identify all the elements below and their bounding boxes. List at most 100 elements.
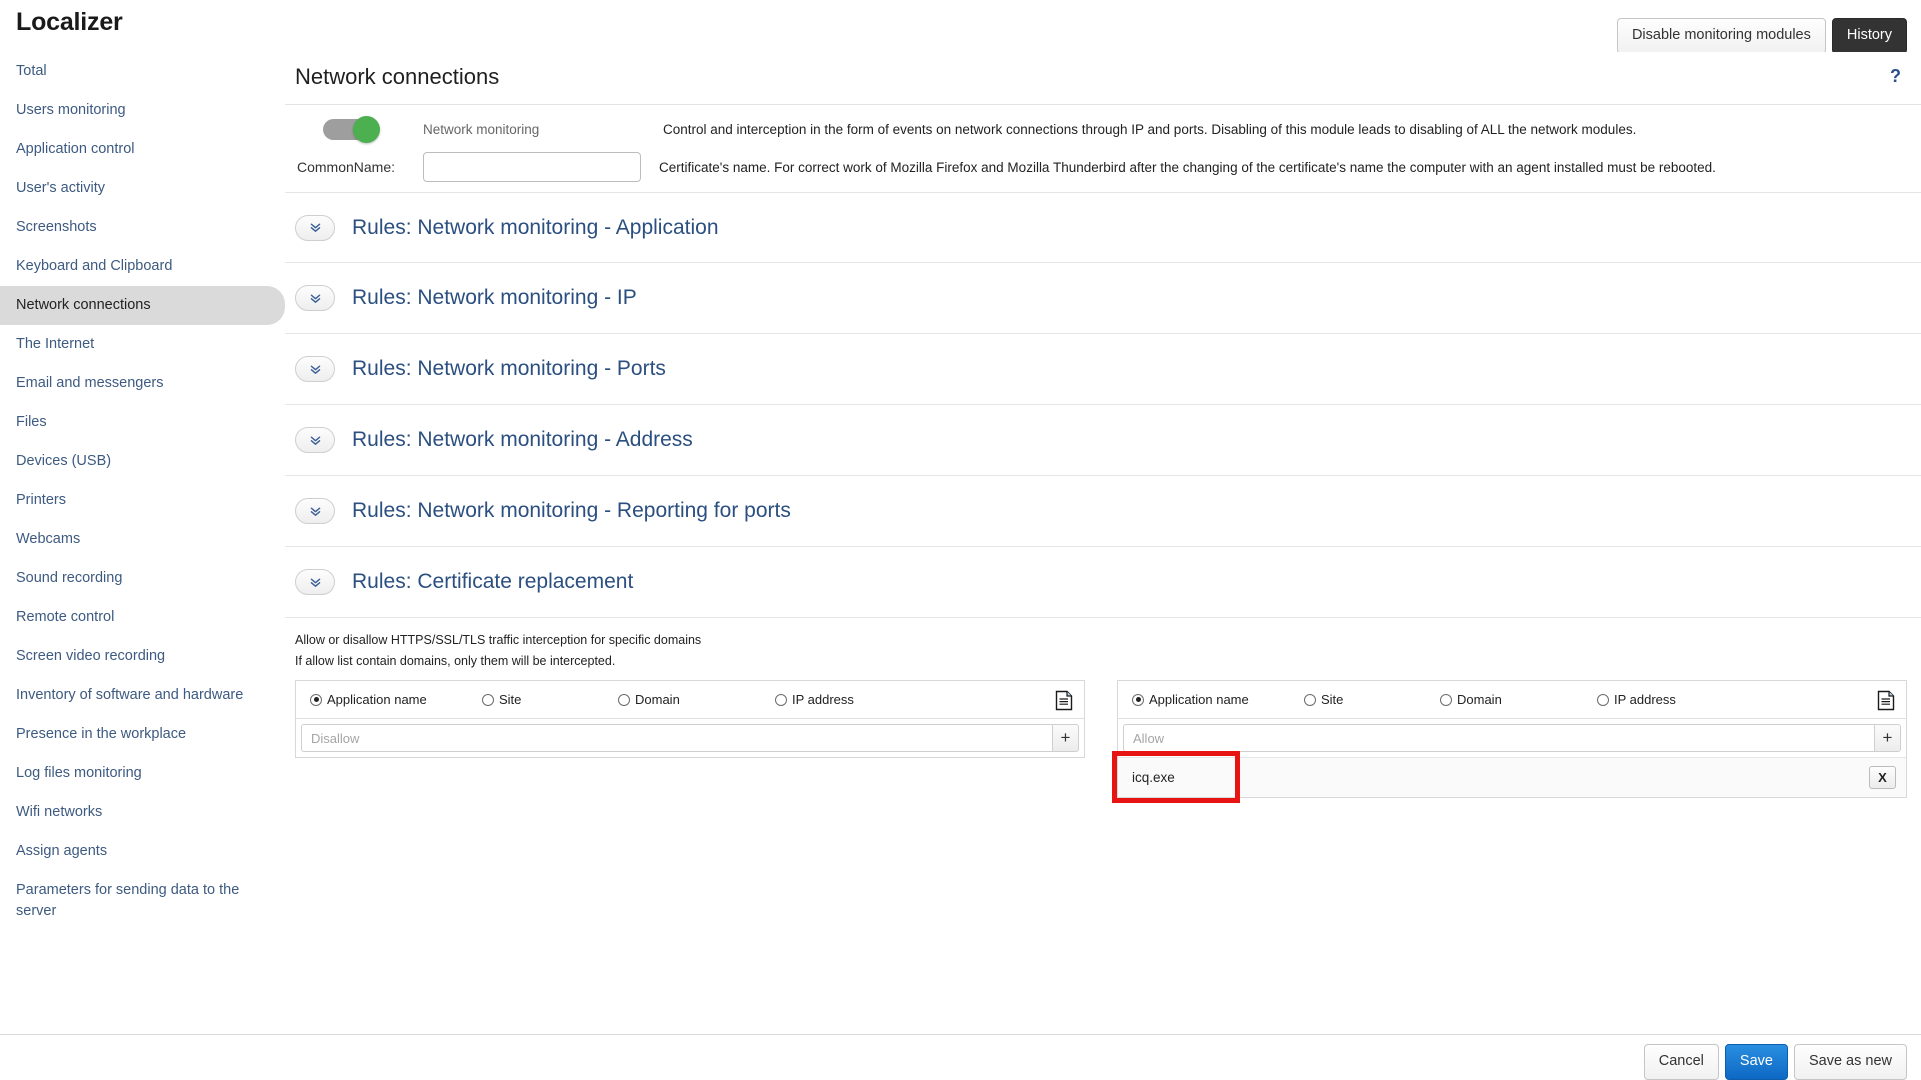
radio-label: Site [499,692,522,708]
radio-label: Site [1321,692,1344,708]
radio-label: IP address [1614,692,1676,708]
common-name-row: CommonName: Certificate's name. For corr… [285,144,1921,192]
allow-radio-site[interactable]: Site [1304,692,1436,707]
disallow-radio-ip-address[interactable]: IP address [775,692,928,707]
sidebar-item-total[interactable]: Total [0,52,285,91]
radio-dot [1304,693,1316,706]
radio-label: Domain [635,692,680,708]
sidebar-item-keyboard-and-clipboard[interactable]: Keyboard and Clipboard [0,247,285,286]
section-title: Rules: Network monitoring - Reporting fo… [352,499,791,522]
section-toggle-button-4[interactable] [295,498,335,524]
app-brand-title: Localizer [16,8,123,36]
sidebar-item-log-files-monitoring[interactable]: Log files monitoring [0,754,285,793]
document-icon[interactable] [1877,690,1895,711]
network-monitoring-description: Control and interception in the form of … [663,122,1637,137]
disallow-add-row: + [296,719,1084,758]
section-toggle-button-0[interactable] [295,214,335,241]
sidebar-item-webcams[interactable]: Webcams [0,520,285,559]
section-toggle-button-5[interactable] [295,569,335,595]
section-title: Rules: Network monitoring - Ports [352,357,666,380]
network-monitoring-row: Network monitoring Control and intercept… [285,105,1921,144]
top-bar: Localizer Disable monitoring modules His… [0,0,1921,56]
section-title: Rules: Network monitoring - IP [352,286,637,309]
section-header-0[interactable]: Rules: Network monitoring - Application [285,192,1921,263]
radio-label: Domain [1457,692,1502,708]
disallow-input[interactable] [301,724,1052,753]
allow-radio-ip-address[interactable]: IP address [1597,692,1750,707]
section-header-4[interactable]: Rules: Network monitoring - Reporting fo… [285,476,1921,547]
main-content: Network connections ? Network monitoring… [285,52,1921,1034]
common-name-label: CommonName: [296,159,395,175]
rules-sections: Rules: Network monitoring - Application R… [285,192,1921,799]
chevron-double-down-icon [310,507,320,516]
allow-entry-row: icq.exe X [1118,757,1906,798]
sidebar-item-parameters-for-sending-data-to-the-server[interactable]: Parameters for sending data to the serve… [0,871,270,931]
sidebar-item-users-monitoring[interactable]: Users monitoring [0,91,285,130]
radio-dot [1440,693,1452,706]
radio-dot [1132,693,1144,706]
sidebar-item-user-s-activity[interactable]: User's activity [0,169,285,208]
disallow-radio-application-name[interactable]: Application name [310,692,478,707]
save-as-new-button[interactable]: Save as new [1793,1044,1907,1080]
sidebar-item-email-and-messengers[interactable]: Email and messengers [0,364,285,403]
sidebar-item-wifi-networks[interactable]: Wifi networks [0,793,285,832]
sidebar-item-printers[interactable]: Printers [0,481,285,520]
disallow-add-button[interactable]: + [1052,724,1079,753]
sidebar-item-files[interactable]: Files [0,403,285,442]
radio-dot [310,693,322,706]
sidebar-item-application-control[interactable]: Application control [0,130,285,169]
sidebar-item-screenshots[interactable]: Screenshots [0,208,285,247]
sidebar-item-screen-video-recording[interactable]: Screen video recording [0,637,285,676]
disallow-filter-row: Application name Site Domain IP address [296,681,1084,720]
sidebar-item-devices-usb[interactable]: Devices (USB) [0,442,285,481]
section-title: Rules: Network monitoring - Address [352,428,693,451]
section-header-1[interactable]: Rules: Network monitoring - IP [285,263,1921,334]
radio-dot [775,693,787,706]
radio-label: IP address [792,692,854,708]
common-name-description: Certificate's name. For correct work of … [659,159,1716,175]
app-root: Localizer Disable monitoring modules His… [0,0,1921,1080]
chevron-double-down-icon [310,578,320,587]
sidebar-item-network-connections[interactable]: Network connections [0,286,285,326]
section-header-3[interactable]: Rules: Network monitoring - Address [285,405,1921,476]
history-button[interactable]: History [1831,18,1907,54]
allow-radio-domain[interactable]: Domain [1440,692,1593,707]
rule-lists: Application nameSiteDomainIP address+App… [295,680,1921,799]
disallow-panel-box: Application name Site Domain IP address + [295,680,1085,759]
sidebar-item-inventory-of-software-and-hardware[interactable]: Inventory of software and hardware [0,676,270,715]
allow-radio-application-name[interactable]: Application name [1132,692,1300,707]
top-actions: Disable monitoring modules History [1616,18,1907,54]
hint-line-1: Allow or disallow HTTPS/SSL/TLS traffic … [295,633,702,647]
allow-entry-delete-button[interactable]: X [1869,766,1896,790]
sidebar-item-remote-control[interactable]: Remote control [0,598,285,637]
chevron-double-down-icon [310,223,320,232]
allow-filter-row: Application name Site Domain IP address [1118,681,1906,720]
radio-dot [1597,693,1609,706]
section-toggle-button-3[interactable] [295,427,335,453]
section-toggle-button-2[interactable] [295,356,335,382]
save-button[interactable]: Save [1724,1044,1788,1080]
section-header-2[interactable]: Rules: Network monitoring - Ports [285,334,1921,405]
disallow-radio-site[interactable]: Site [482,692,614,707]
section-header-5[interactable]: Rules: Certificate replacement [285,547,1921,618]
common-name-input[interactable] [423,152,641,182]
allow-input[interactable] [1123,724,1874,753]
cancel-button[interactable]: Cancel [1643,1044,1719,1080]
disallow-radio-domain[interactable]: Domain [618,692,771,707]
disable-monitoring-modules-button[interactable]: Disable monitoring modules [1616,18,1826,54]
network-monitoring-toggle[interactable] [323,116,380,143]
sidebar-item-presence-in-the-workplace[interactable]: Presence in the workplace [0,715,285,754]
page-header: Network connections ? [285,52,1921,105]
allow-panel-box: Application name Site Domain IP address + icq… [1117,680,1907,799]
sidebar-item-sound-recording[interactable]: Sound recording [0,559,285,598]
section-toggle-button-1[interactable] [295,285,335,311]
allow-add-row: + [1118,719,1906,758]
allow-entry-name: icq.exe [1132,770,1175,786]
sidebar-item-the-internet[interactable]: The Internet [0,325,285,364]
sidebar-item-assign-agents[interactable]: Assign agents [0,832,285,871]
help-icon[interactable]: ? [1890,66,1901,87]
toggle-knob [353,116,380,143]
certificate-replacement-body: Allow or disallow HTTPS/SSL/TLS traffic … [285,618,1921,799]
document-icon[interactable] [1055,690,1073,711]
allow-add-button[interactable]: + [1874,724,1901,753]
